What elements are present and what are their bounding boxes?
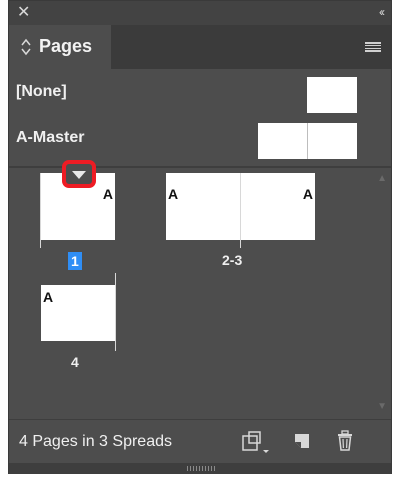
- edit-page-size-icon[interactable]: [241, 430, 273, 454]
- spread-spine: [240, 173, 241, 248]
- page-spine: [40, 173, 41, 248]
- page-number-1[interactable]: 1: [68, 252, 82, 270]
- master-none-thumbnail[interactable]: [307, 77, 357, 113]
- page-options-highlight[interactable]: [62, 160, 96, 188]
- master-a-label: A-Master: [16, 129, 85, 146]
- new-page-icon[interactable]: [292, 430, 312, 452]
- tab-row: Pages: [9, 25, 391, 69]
- page-count-status: 4 Pages in 3 Spreads: [19, 433, 172, 450]
- collapse-icon[interactable]: ‹‹: [379, 5, 385, 19]
- panel-menu-icon[interactable]: [365, 42, 381, 52]
- master-a-thumbnail[interactable]: [258, 123, 357, 159]
- page-thumbnail-4[interactable]: A: [41, 285, 115, 341]
- resize-grip[interactable]: [9, 463, 391, 474]
- tab-label: Pages: [39, 36, 93, 56]
- pages-panel: ✕ ‹‹ Pages [None] A-Master A 1 A A 2-3 A…: [8, 0, 392, 474]
- page-master-letter: A: [43, 289, 54, 305]
- master-none-row[interactable]: [None]: [9, 71, 391, 117]
- triangle-down-icon: [72, 171, 86, 179]
- scroll-up-icon[interactable]: ▲: [377, 173, 387, 184]
- panel-footer: 4 Pages in 3 Spreads: [9, 419, 391, 464]
- tab-pages[interactable]: Pages: [9, 25, 111, 69]
- page-master-letter: A: [168, 186, 179, 202]
- trash-icon[interactable]: [335, 430, 355, 452]
- updown-arrows-icon: [21, 38, 31, 56]
- grip-dots: [187, 466, 217, 471]
- page-number-2-3[interactable]: 2-3: [222, 252, 242, 268]
- panel-title-strip: ✕ ‹‹: [9, 1, 391, 25]
- scroll-down-icon[interactable]: ▼: [377, 401, 387, 412]
- page-spine: [115, 273, 116, 351]
- page-master-letter: A: [302, 186, 313, 202]
- spread-spine: [307, 123, 308, 159]
- master-a-row[interactable]: A-Master: [9, 117, 391, 163]
- close-icon[interactable]: ✕: [17, 4, 30, 22]
- page-master-letter: A: [102, 186, 113, 202]
- master-none-label: [None]: [16, 83, 67, 100]
- page-number-4[interactable]: 4: [71, 354, 79, 370]
